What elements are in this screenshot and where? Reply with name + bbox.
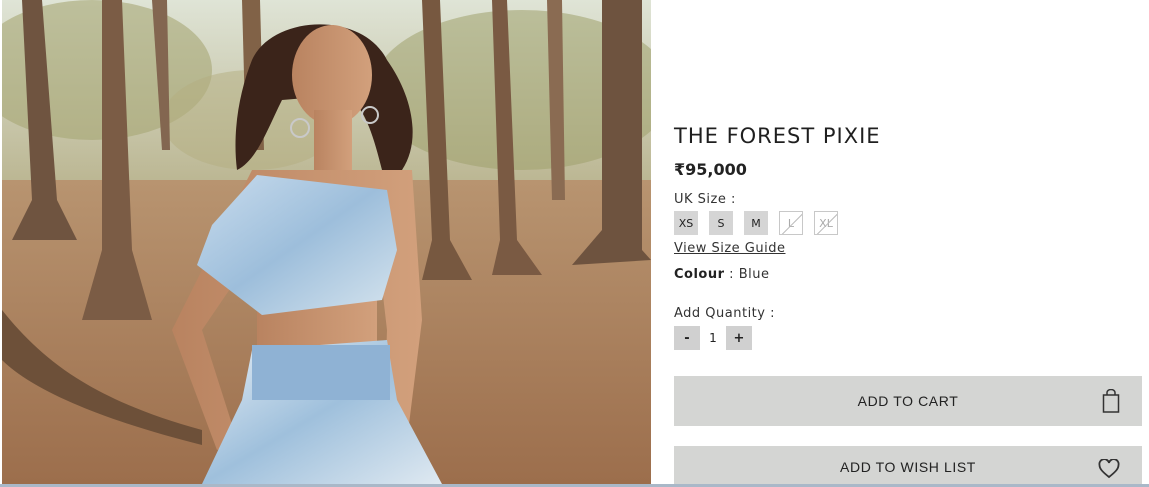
add-to-wish-list-label: ADD TO WISH LIST	[840, 458, 976, 475]
size-label: UK Size :	[674, 192, 736, 207]
size-guide-link[interactable]: View Size Guide	[674, 241, 785, 256]
product-title: THE FOREST PIXIE	[674, 124, 881, 148]
size-option-xs[interactable]: XS	[674, 211, 698, 235]
product-details: THE FOREST PIXIE ₹95,000 UK Size : XS S …	[674, 0, 1144, 487]
quantity-value: 1	[709, 331, 717, 345]
add-to-cart-button[interactable]: ADD TO CART	[674, 376, 1142, 426]
colour-value: Blue	[738, 267, 770, 282]
shopping-bag-icon	[1102, 388, 1120, 416]
size-option-s[interactable]: S	[709, 211, 733, 235]
quantity-decrease-button[interactable]: -	[674, 326, 700, 350]
size-option-m[interactable]: M	[744, 211, 768, 235]
size-option-xl-unavailable[interactable]: XL	[814, 211, 838, 235]
heart-icon	[1098, 458, 1120, 482]
colour-row: Colour : Blue	[674, 267, 769, 282]
add-to-cart-label: ADD TO CART	[857, 393, 959, 409]
quantity-label: Add Quantity :	[674, 306, 775, 321]
product-price: ₹95,000	[674, 160, 747, 179]
size-options: XS S M L XL	[674, 211, 838, 235]
add-to-wish-list-button[interactable]: ADD TO WISH LIST	[674, 446, 1142, 487]
product-image[interactable]	[2, 0, 651, 484]
forest-scene	[2, 0, 651, 484]
quantity-stepper: - 1 +	[674, 326, 752, 350]
colour-separator: :	[729, 267, 735, 282]
size-option-l-unavailable[interactable]: L	[779, 211, 803, 235]
quantity-increase-button[interactable]: +	[726, 326, 752, 350]
colour-label: Colour	[674, 267, 725, 282]
